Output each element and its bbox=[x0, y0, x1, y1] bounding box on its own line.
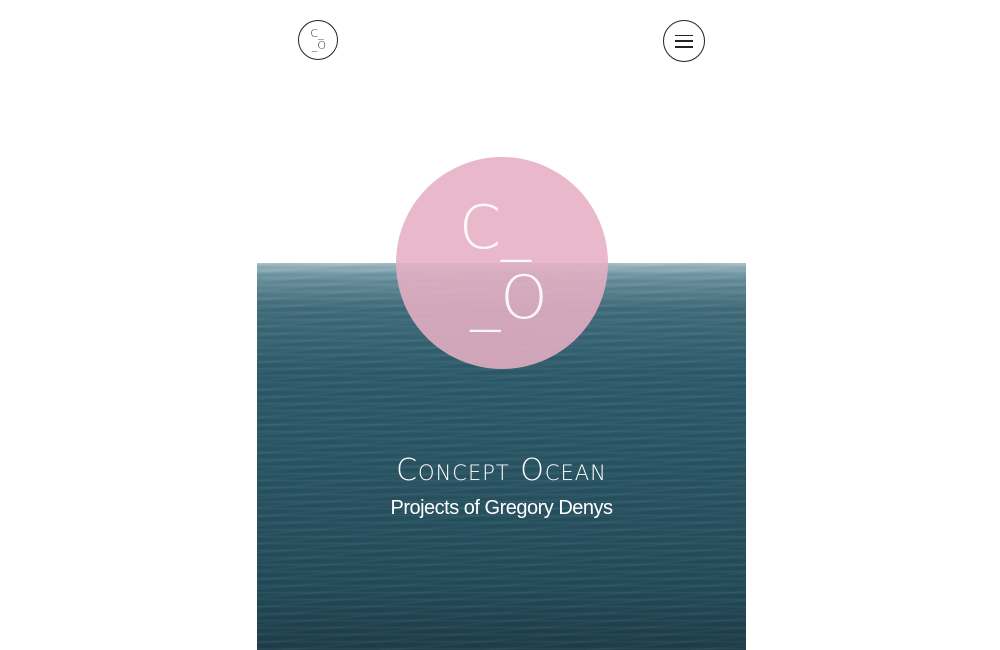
home-logo-link[interactable]: C_ _O bbox=[298, 20, 338, 60]
hero-logo-circle: C_ _O bbox=[396, 157, 608, 369]
site-title: Concept Ocean bbox=[396, 453, 607, 488]
hero-logo-line-2: _O bbox=[470, 263, 548, 333]
hero-text: Concept Ocean Projects of Gregory Denys bbox=[257, 451, 746, 521]
logo-line-2: _O bbox=[311, 39, 327, 52]
page: C_ _O Concept Ocean Projects of Gregory … bbox=[0, 0, 1000, 650]
menu-button[interactable] bbox=[663, 20, 705, 62]
hamburger-menu-icon bbox=[675, 34, 693, 48]
site-subtitle: Projects of Gregory Denys bbox=[390, 497, 613, 519]
hero-logo-line-1: C_ bbox=[459, 193, 531, 263]
